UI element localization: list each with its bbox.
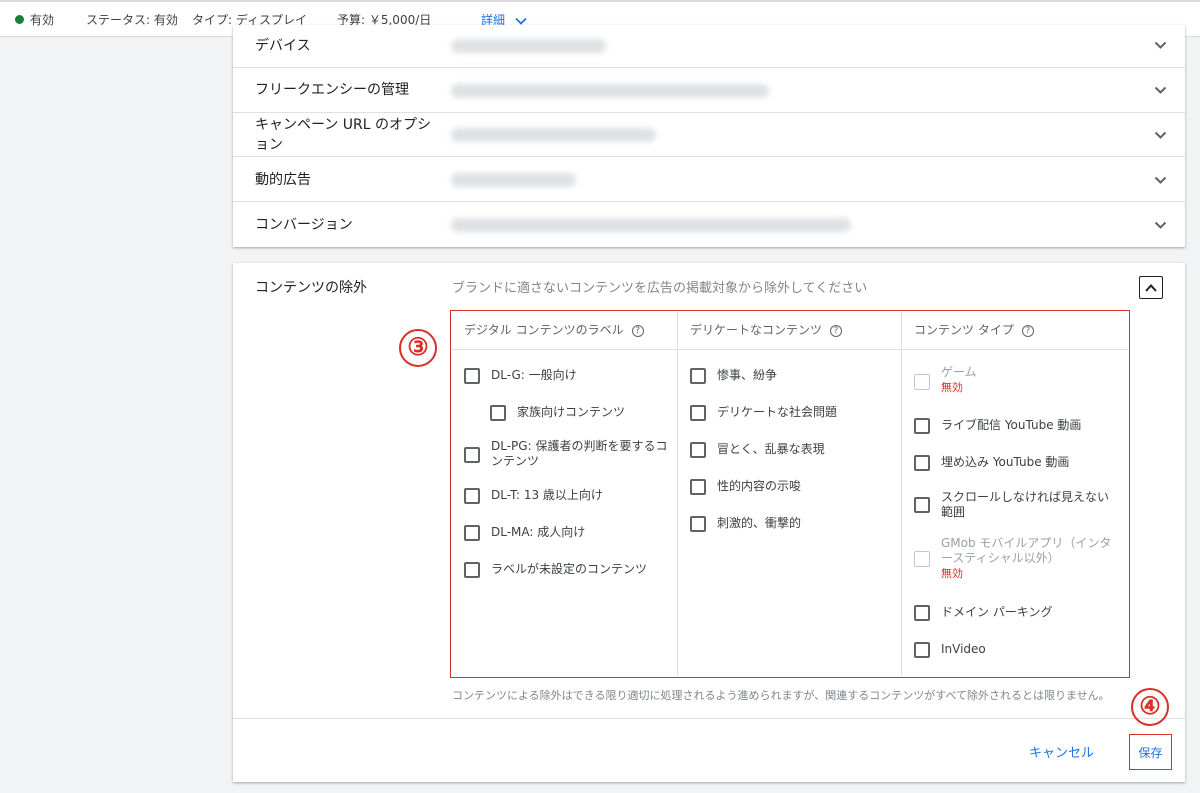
checkbox[interactable] xyxy=(914,455,930,471)
annotation-marker-4: ④ xyxy=(1131,688,1169,726)
checkbox[interactable] xyxy=(690,368,706,384)
cancel-button[interactable]: キャンセル xyxy=(1029,742,1094,761)
help-icon[interactable]: ? xyxy=(631,324,644,337)
checkbox-label: ゲーム 無効 xyxy=(941,365,977,395)
chevron-up-icon xyxy=(1145,284,1157,292)
content-exclusion-grid: デジタル コンテンツのラベル? DL-G: 一般向け 家族向けコンテンツ DL-… xyxy=(452,312,1128,676)
checkbox-label: InVideo xyxy=(941,642,986,656)
content-exclusion-description: ブランドに適さないコンテンツを広告の掲載対象から除外してください xyxy=(452,281,868,296)
content-exclusion-title: コンテンツの除外 xyxy=(255,280,367,296)
checkbox[interactable] xyxy=(914,418,930,434)
column-sensitive-content: デリケートなコンテンツ? 惨事、紛争 デリケートな社会問題 冒とく、乱暴な表現 … xyxy=(677,312,902,676)
checkbox[interactable] xyxy=(914,605,930,621)
settings-row-label: キャンペーン URL のオプション xyxy=(255,117,431,153)
column-header: デジタル コンテンツのラベル? xyxy=(452,312,678,350)
disabled-note: 無効 xyxy=(941,567,963,580)
checkbox-label: ライブ配信 YouTube 動画 xyxy=(941,418,1082,432)
help-icon[interactable]: ? xyxy=(1021,324,1034,337)
checkbox[interactable] xyxy=(690,479,706,495)
help-icon[interactable]: ? xyxy=(830,324,843,337)
collapse-button[interactable] xyxy=(1139,276,1163,299)
checkbox-label: 惨事、紛争 xyxy=(717,368,778,382)
checkbox[interactable] xyxy=(464,368,480,384)
settings-row-url-options[interactable]: キャンペーン URL のオプション xyxy=(233,113,1185,157)
settings-row-frequency[interactable]: フリークエンシーの管理 xyxy=(233,68,1185,113)
settings-row-label: コンバージョン xyxy=(255,217,353,233)
checkbox[interactable] xyxy=(690,405,706,421)
checkbox-label: デリケートな社会問題 xyxy=(717,405,838,419)
settings-row-dynamic-ads[interactable]: 動的広告 xyxy=(233,157,1185,202)
checkbox-label: 冒とく、乱暴な表現 xyxy=(717,442,825,456)
checkbox-label: DL-T: 13 歳以上向け xyxy=(491,488,603,502)
save-button[interactable]: 保存 xyxy=(1129,734,1172,770)
checkbox-label: GMob モバイルアプリ（インタースティシャル以外） 無効 xyxy=(941,536,1116,581)
status-short: 有効 xyxy=(30,13,55,27)
blurred-value xyxy=(451,84,769,98)
checkbox-label: DL-PG: 保護者の判断を要するコンテンツ xyxy=(491,439,668,468)
checkbox-label: DL-MA: 成人向け xyxy=(491,525,586,539)
settings-row-label: フリークエンシーの管理 xyxy=(255,82,409,98)
divider xyxy=(233,718,1185,719)
column-digital-labels: デジタル コンテンツのラベル? DL-G: 一般向け 家族向けコンテンツ DL-… xyxy=(452,312,678,676)
checkbox[interactable] xyxy=(914,642,930,658)
annotation-marker-3: ③ xyxy=(399,329,437,367)
content-exclusion-panel: コンテンツの除外 ブランドに適さないコンテンツを広告の掲載対象から除外してくださ… xyxy=(233,263,1185,782)
checkbox-label: DL-G: 一般向け xyxy=(491,368,577,382)
settings-row-label: 動的広告 xyxy=(255,172,311,188)
column-content-types: コンテンツ タイプ? ゲーム 無効 ライブ配信 YouTube 動画 埋め込み … xyxy=(901,312,1128,676)
checkbox-label: ドメイン パーキング xyxy=(941,605,1053,619)
checkbox-label: スクロールしなければ見えない範囲 xyxy=(941,490,1110,519)
checkbox[interactable] xyxy=(464,447,480,463)
option-label: ゲーム xyxy=(941,365,977,379)
column-header-label: デジタル コンテンツのラベル xyxy=(464,323,624,337)
chevron-down-icon[interactable] xyxy=(1154,86,1167,95)
checkbox[interactable] xyxy=(690,442,706,458)
chevron-down-icon[interactable] xyxy=(1154,176,1167,185)
blurred-value xyxy=(451,173,576,187)
checkbox[interactable] xyxy=(464,525,480,541)
chevron-down-icon xyxy=(515,17,527,25)
checkbox[interactable] xyxy=(490,405,506,421)
blurred-value xyxy=(451,128,656,142)
chevron-down-icon[interactable] xyxy=(1154,221,1167,230)
checkbox[interactable] xyxy=(464,562,480,578)
checkbox-disabled xyxy=(914,374,930,390)
exclusion-footnote: コンテンツによる除外はできる限り適切に処理されるよう進められますが、関連するコン… xyxy=(452,689,1110,702)
checkbox-label: 埋め込み YouTube 動画 xyxy=(941,455,1070,469)
checkbox[interactable] xyxy=(690,516,706,532)
status-full: ステータス: 有効 xyxy=(86,13,178,27)
checkbox-disabled xyxy=(914,551,930,567)
chevron-down-icon[interactable] xyxy=(1154,41,1167,50)
column-header-label: デリケートなコンテンツ xyxy=(690,323,823,337)
checkbox[interactable] xyxy=(464,488,480,504)
status-dot-icon xyxy=(15,15,24,24)
column-header: デリケートなコンテンツ? xyxy=(678,312,902,350)
chevron-down-icon[interactable] xyxy=(1154,131,1167,140)
campaign-settings-panel: デバイス フリークエンシーの管理 キャンペーン URL のオプション 動的広告 … xyxy=(233,25,1185,247)
disabled-note: 無効 xyxy=(941,381,963,394)
checkbox[interactable] xyxy=(914,497,930,513)
settings-row-conversions[interactable]: コンバージョン xyxy=(233,202,1185,247)
checkbox-label: 性的内容の示唆 xyxy=(717,479,802,493)
checkbox-label: 家族向けコンテンツ xyxy=(517,405,626,419)
checkbox-label: ラベルが未設定のコンテンツ xyxy=(491,562,648,576)
blurred-value xyxy=(451,218,851,232)
checkbox-label: 刺激的、衝撃的 xyxy=(717,516,802,530)
settings-row-label: デバイス xyxy=(255,38,311,54)
settings-row-devices[interactable]: デバイス xyxy=(233,25,1185,68)
blurred-value xyxy=(451,39,606,53)
column-header-label: コンテンツ タイプ xyxy=(914,323,1014,337)
option-label: GMob モバイルアプリ（インタースティシャル以外） xyxy=(941,536,1112,565)
column-header: コンテンツ タイプ? xyxy=(902,312,1128,350)
